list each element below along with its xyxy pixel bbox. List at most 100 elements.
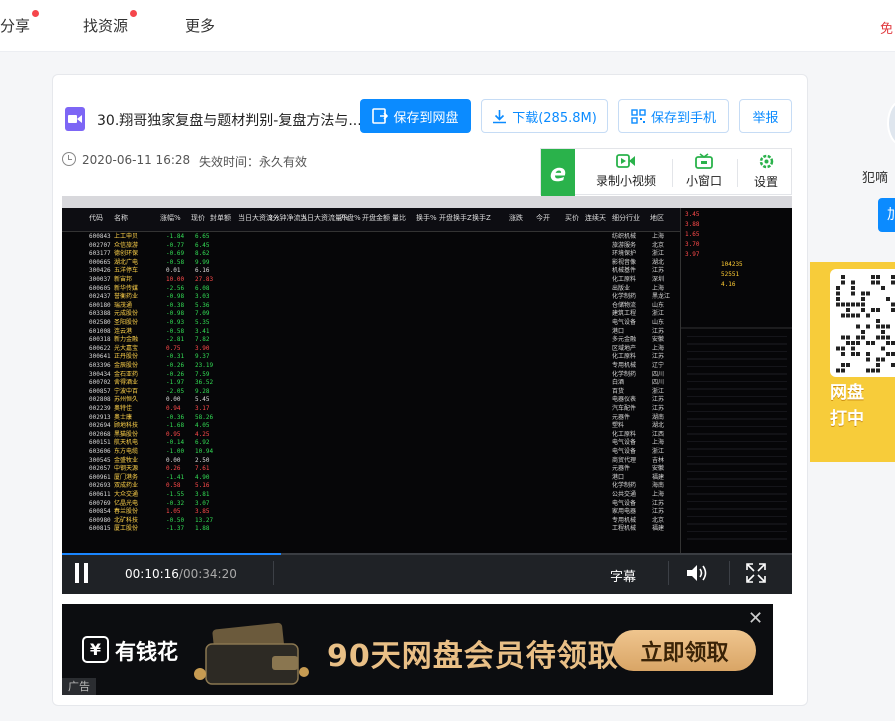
download-icon bbox=[493, 109, 507, 123]
volume-icon[interactable] bbox=[685, 563, 709, 583]
save-to-phone-button[interactable]: 保存到手机 bbox=[618, 99, 729, 133]
download-button[interactable]: 下载(285.8M) bbox=[481, 99, 608, 133]
frame-row: 000665 湖北广电 -0.58 9.99 影视音像 湖北 bbox=[62, 259, 712, 267]
fullscreen-icon[interactable] bbox=[746, 563, 766, 583]
frame-header-cell: 开盘% bbox=[340, 214, 361, 222]
nav-item-label: 分享 bbox=[0, 17, 31, 35]
progress-bar[interactable] bbox=[62, 553, 792, 555]
qr-module bbox=[876, 335, 880, 340]
frame-cell: 江苏 bbox=[652, 327, 665, 335]
video-frame-menubar bbox=[62, 196, 792, 208]
frame-header-cell: 现价 bbox=[191, 214, 205, 222]
frame-cell: 0.00 bbox=[166, 456, 181, 464]
side-panel-rule bbox=[687, 343, 787, 345]
frame-header-cell: 名称 bbox=[114, 214, 128, 222]
frame-cell: 商贸代理 bbox=[612, 456, 637, 464]
ad-banner[interactable]: ¥ 有钱花 90天网盘会员待领取 立即领取 ✕ 广告 bbox=[62, 604, 773, 695]
frame-cell: -0.77 bbox=[166, 241, 185, 249]
qr-module bbox=[871, 308, 875, 312]
frame-row: 600702 舍得酒业 -1.97 36.52 白酒 四川 bbox=[62, 379, 712, 387]
promo-banner[interactable]: 网盘 打中 bbox=[810, 262, 895, 462]
frame-cell: 电气设备 bbox=[612, 448, 637, 455]
frame-cell: 专用机械 bbox=[612, 516, 637, 524]
frame-cell: 6.45 bbox=[195, 241, 210, 249]
frame-cell: 亿晶光电 bbox=[114, 499, 139, 507]
save-icon bbox=[372, 108, 389, 124]
qr-module bbox=[846, 335, 850, 340]
nav-item-more[interactable]: 更多 bbox=[185, 15, 215, 36]
video-player[interactable]: 代码 名称 涨幅% 现价 封单额 当日大资流入 3分钟净流入 当日大资流量% 开盘% 开盘金额 量比… bbox=[62, 196, 792, 594]
frame-cell: 6.16 bbox=[195, 267, 210, 275]
qr-module bbox=[871, 280, 875, 285]
top-right-link[interactable]: 免 bbox=[880, 18, 893, 37]
frame-cell: 深圳 bbox=[652, 276, 665, 283]
frame-cell: 海南 bbox=[652, 482, 665, 490]
frame-row: 600815 厦工股份 -1.37 1.88 工程机械 福建 bbox=[62, 525, 712, 533]
nav-item-find-resources[interactable]: 找资源 bbox=[83, 10, 138, 36]
frame-cell: 多元金融 bbox=[612, 336, 637, 344]
frame-cell: 湖北广电 bbox=[114, 258, 139, 266]
frame-cell: 3.90 bbox=[195, 344, 210, 352]
qr-module bbox=[846, 313, 850, 318]
frame-cell: 连云港 bbox=[114, 327, 133, 335]
video-file-icon bbox=[65, 107, 85, 131]
ad-label: 广告 bbox=[62, 678, 96, 695]
qr-module bbox=[861, 291, 865, 296]
frame-row: 002057 中钢天源 0.26 7.61 元器件 安徽 bbox=[62, 465, 712, 473]
qrcode-image bbox=[830, 269, 895, 377]
qr-module bbox=[881, 335, 885, 340]
report-button[interactable]: 举报 bbox=[739, 99, 792, 133]
side-panel-rule bbox=[687, 463, 787, 465]
frame-row: 600180 瑞茂通 -0.38 5.36 仓储物流 山东 bbox=[62, 302, 712, 310]
frame-header-cell: 换手% bbox=[416, 214, 437, 222]
tool-label: 录制小视频 bbox=[595, 174, 656, 188]
save-to-pan-button[interactable]: 保存到网盘 bbox=[360, 99, 471, 133]
qr-module bbox=[866, 313, 870, 318]
frame-cell: 601008 bbox=[89, 327, 111, 335]
side-panel-rule bbox=[687, 493, 787, 495]
qr-module bbox=[891, 363, 895, 367]
frame-cell: -0.50 bbox=[166, 516, 185, 524]
frame-row: 600854 春兰股份 1.05 3.85 家用电器 江苏 bbox=[62, 508, 712, 516]
frame-cell: 春兰股份 bbox=[114, 508, 139, 516]
frame-cell: 山东 bbox=[652, 319, 665, 326]
qr-module bbox=[836, 302, 840, 307]
nav-item-share[interactable]: 分享 bbox=[0, 10, 40, 36]
side-panel-rule bbox=[687, 508, 787, 510]
qr-module bbox=[841, 352, 845, 356]
avatar[interactable] bbox=[887, 100, 895, 146]
subtitle-button[interactable]: 字幕 bbox=[610, 566, 636, 585]
frame-cell: 7.59 bbox=[195, 370, 210, 378]
record-clip-button[interactable]: 录制小视频 bbox=[593, 153, 659, 189]
close-icon[interactable]: ✕ bbox=[748, 608, 763, 629]
frame-cell: 电气设备 bbox=[612, 499, 637, 507]
expiry-text: 失效时间：永久有效 bbox=[199, 155, 308, 169]
frame-cell: 6.08 bbox=[195, 284, 210, 292]
frame-cell: 600769 bbox=[89, 499, 111, 507]
frame-cell: 27.83 bbox=[195, 276, 214, 283]
frame-cell: 6.92 bbox=[195, 439, 210, 447]
side-panel-rule bbox=[687, 418, 787, 420]
frame-cell: 1.88 bbox=[195, 525, 210, 533]
ad-claim-button[interactable]: 立即领取 bbox=[613, 630, 756, 671]
mini-window-button[interactable]: 小窗口 bbox=[683, 153, 725, 189]
frame-cell: 江西 bbox=[652, 430, 665, 438]
video-frame-side-panel: 3.45 3.88 1.65 3.70 3.97 104235 52551 4.16 bbox=[680, 208, 792, 553]
frame-cell: 湖北 bbox=[652, 422, 665, 430]
frame-cell: 603177 bbox=[89, 250, 111, 258]
frame-cell: 300641 bbox=[89, 353, 111, 361]
frame-cell: 600961 bbox=[89, 473, 111, 481]
follow-button[interactable]: 加 bbox=[878, 198, 895, 232]
pause-icon[interactable] bbox=[75, 563, 89, 583]
frame-row: 300434 金石亚药 -0.26 7.59 化学制药 四川 bbox=[62, 371, 712, 379]
settings-button[interactable]: 设置 bbox=[748, 153, 784, 190]
frame-cell: 600702 bbox=[89, 379, 111, 387]
uploader-name[interactable]: 犯嘀 bbox=[862, 167, 888, 186]
frame-cell: 大众交通 bbox=[114, 491, 139, 498]
qr-module bbox=[866, 357, 870, 362]
frame-row: 603396 金辰股份 -0.26 23.19 专用机械 辽宁 bbox=[62, 362, 712, 370]
frame-cell: 300434 bbox=[89, 370, 111, 378]
qr-module bbox=[891, 308, 895, 312]
frame-cell: 浙江 bbox=[652, 387, 665, 395]
qr-module bbox=[851, 352, 855, 356]
